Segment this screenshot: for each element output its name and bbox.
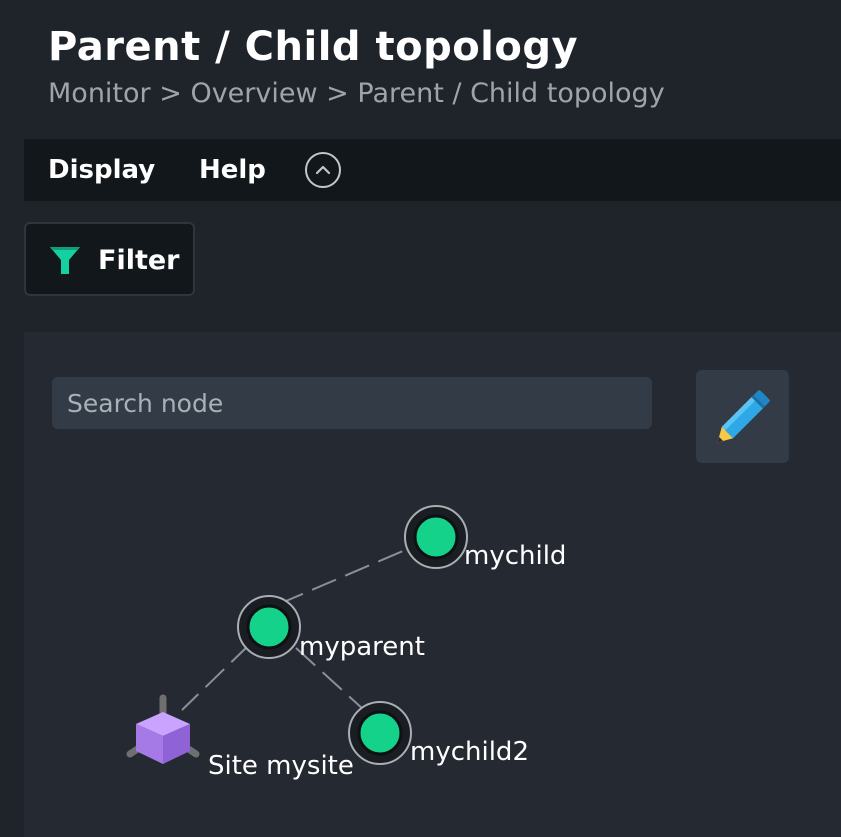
edge-site-myparent bbox=[181, 643, 251, 711]
filter-label: Filter bbox=[98, 245, 180, 276]
breadcrumb-separator: > bbox=[159, 78, 182, 109]
menu-display[interactable]: Display bbox=[48, 139, 155, 201]
filter-button[interactable]: Filter bbox=[24, 222, 195, 296]
topology-graph: mychild myparent mychild2 Site mysite bbox=[126, 505, 566, 781]
node-label: Site mysite bbox=[208, 751, 354, 781]
node-site-mysite[interactable]: Site mysite bbox=[126, 694, 354, 781]
edge-myparent-mychild bbox=[278, 541, 425, 605]
topology-panel: mychild myparent mychild2 Site mysite bbox=[24, 332, 841, 837]
node-label: mychild bbox=[464, 541, 566, 571]
breadcrumb-separator: > bbox=[326, 78, 349, 109]
node-label: myparent bbox=[299, 632, 425, 662]
breadcrumb: Monitor > Overview > Parent / Child topo… bbox=[48, 78, 665, 109]
node-label: mychild2 bbox=[410, 737, 529, 767]
breadcrumb-monitor[interactable]: Monitor bbox=[48, 78, 151, 109]
cube-icon bbox=[126, 694, 200, 764]
collapse-menu-button[interactable] bbox=[305, 152, 341, 188]
chevron-up-icon bbox=[315, 165, 331, 175]
menu-bar: Display Help bbox=[24, 139, 841, 201]
node-mychild[interactable]: mychild bbox=[404, 505, 566, 571]
breadcrumb-current: Parent / Child topology bbox=[357, 78, 665, 109]
node-myparent[interactable]: myparent bbox=[237, 595, 425, 662]
funnel-icon bbox=[50, 247, 80, 274]
node-mychild2[interactable]: mychild2 bbox=[348, 701, 529, 767]
page-title: Parent / Child topology bbox=[48, 24, 579, 70]
breadcrumb-overview[interactable]: Overview bbox=[190, 78, 317, 109]
menu-help[interactable]: Help bbox=[199, 139, 266, 201]
